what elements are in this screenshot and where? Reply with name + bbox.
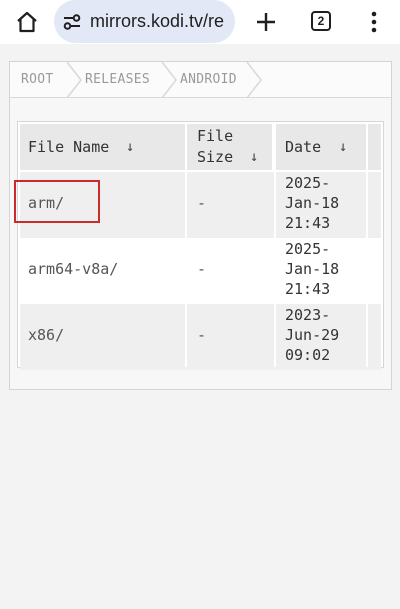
more-menu-icon[interactable] (364, 8, 384, 36)
column-divider (185, 122, 187, 367)
header-file-size-label-2: Size (197, 148, 234, 166)
site-info-icon[interactable] (60, 10, 84, 34)
file-date: 2025- (285, 174, 331, 192)
directory-panel: ROOT RELEASES ANDROID File Name ↓ File S… (9, 61, 392, 390)
breadcrumb-separator-icon (246, 62, 262, 98)
new-tab-icon[interactable] (252, 8, 280, 36)
sort-arrow-icon[interactable]: ↓ (126, 139, 134, 155)
browser-toolbar: mirrors.kodi.tv/re 2 (0, 0, 400, 44)
column-divider (274, 122, 276, 367)
column-divider (366, 122, 368, 367)
file-size: - (197, 194, 207, 212)
file-date: Jun-29 (285, 326, 340, 344)
breadcrumb-root[interactable]: ROOT (21, 62, 54, 98)
file-date: 2023- (285, 306, 331, 324)
file-date: 21:43 (285, 280, 331, 298)
file-date: Jan-18 (285, 194, 340, 212)
file-date: Jan-18 (285, 260, 340, 278)
file-size: - (197, 326, 207, 344)
header-file-size-label: File (197, 127, 234, 145)
sort-arrow-icon[interactable]: ↓ (339, 139, 347, 155)
file-name-link[interactable]: x86/ (28, 326, 64, 344)
breadcrumb-releases[interactable]: RELEASES (85, 62, 150, 98)
breadcrumb-separator-icon (66, 62, 82, 98)
file-date: 21:43 (285, 214, 331, 232)
header-date-label: Date (285, 138, 322, 156)
header-file-name-label: File Name (28, 138, 110, 156)
file-size: - (197, 260, 207, 278)
highlight-box (14, 180, 100, 223)
tab-switcher-button[interactable]: 2 (311, 11, 331, 31)
file-table: File Name ↓ File Size ↓ Date ↓ arm/ - 20… (17, 121, 384, 370)
breadcrumb: ROOT RELEASES ANDROID (10, 62, 391, 98)
header-cell-extra (368, 124, 381, 170)
file-date: 09:02 (285, 346, 331, 364)
sort-arrow-icon[interactable]: ↓ (250, 149, 258, 165)
file-name-link[interactable]: arm64-v8a/ (28, 260, 118, 278)
breadcrumb-android[interactable]: ANDROID (180, 62, 237, 98)
url-text[interactable]: mirrors.kodi.tv/re (90, 11, 224, 32)
breadcrumb-separator-icon (161, 62, 177, 98)
address-bar[interactable]: mirrors.kodi.tv/re (54, 0, 235, 43)
file-date: 2025- (285, 240, 331, 258)
home-icon[interactable] (13, 8, 41, 36)
